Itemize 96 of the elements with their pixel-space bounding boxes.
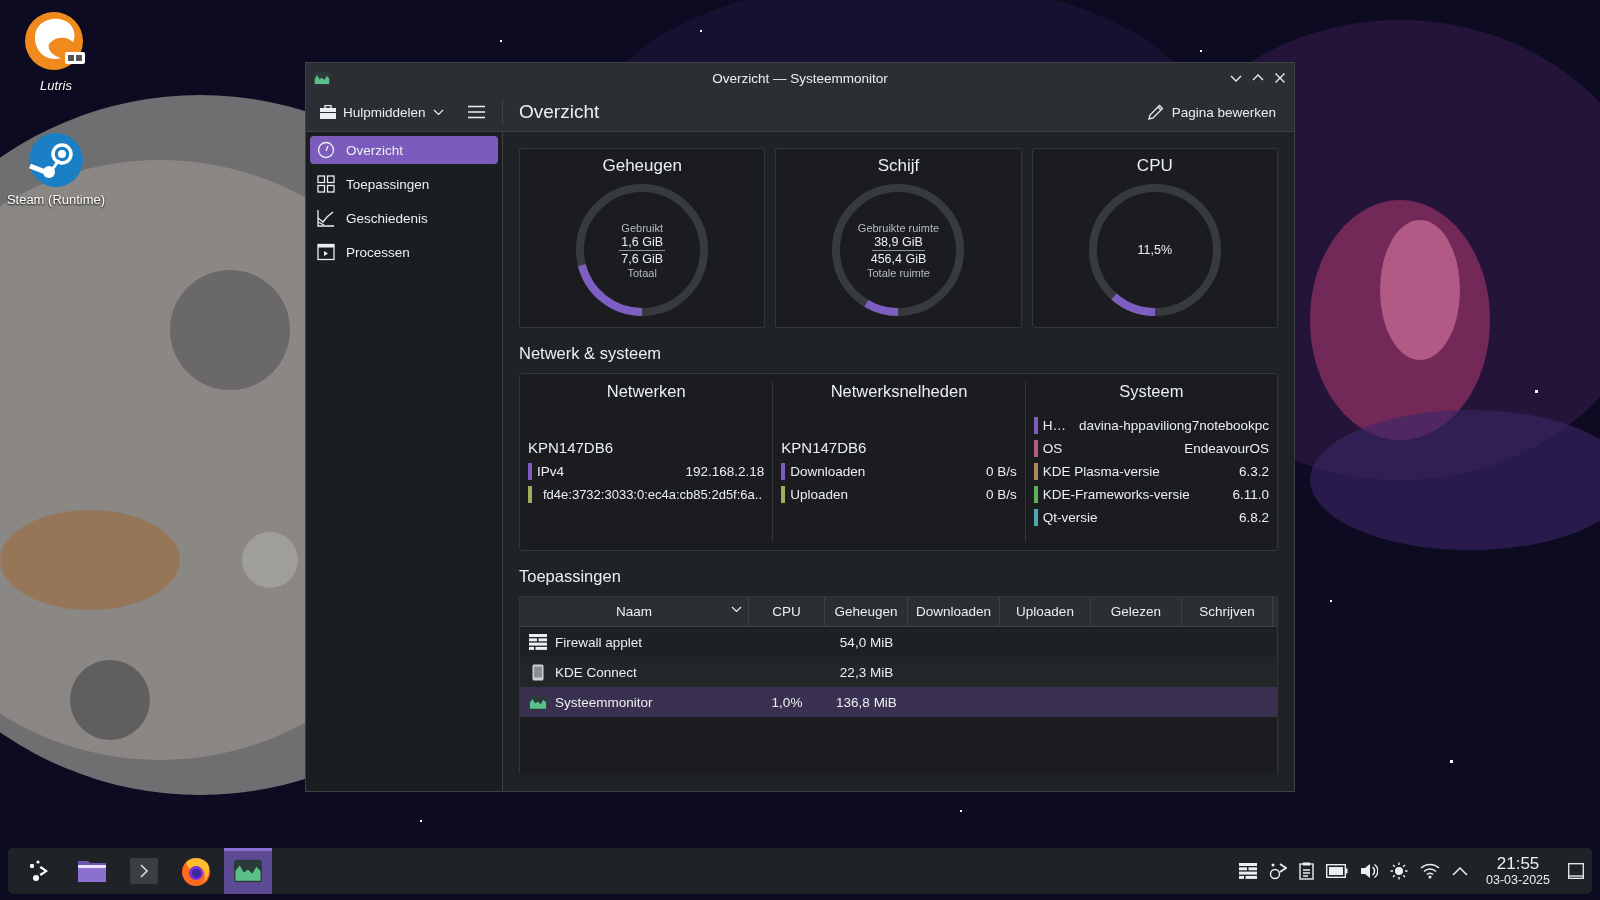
memory-cell: 22,3 MiB <box>839 664 894 680</box>
info-value: EndeavourOS <box>1184 441 1269 456</box>
card-title: Schijf <box>877 156 920 176</box>
chevron-down-icon <box>731 606 742 613</box>
monitor-icon <box>234 859 262 883</box>
pencil-icon <box>1147 104 1164 120</box>
network-name: KPN147DB6 <box>528 439 615 456</box>
column-header[interactable]: Schrijven <box>1182 597 1273 626</box>
column-header[interactable]: Gelezen <box>1091 597 1182 626</box>
info-value: davina-hppaviliong7notebookpc <box>1079 418 1269 433</box>
folder-icon <box>77 859 107 883</box>
gauge-icon <box>317 141 335 159</box>
edit-page-button[interactable]: Pagina bewerken <box>1141 103 1282 121</box>
brick-wall-icon <box>1239 863 1258 879</box>
memory-cell: 136,8 MiB <box>836 694 897 710</box>
gauge-label: Totaal <box>627 266 657 279</box>
show-desktop-icon <box>1568 863 1584 879</box>
app-name: Systeemmonitor <box>555 694 653 710</box>
browser-icon <box>180 855 212 887</box>
gauge-value: 1,6 GiB <box>619 233 665 251</box>
grid-icon <box>317 175 335 193</box>
gauge-total: 456,4 GiB <box>869 250 928 267</box>
globe-arrow-icon <box>1269 862 1288 880</box>
brick-wall-icon <box>529 634 547 650</box>
info-value: 6.8.2 <box>1238 510 1269 525</box>
monitor-icon <box>314 71 330 85</box>
chart-icon <box>317 209 335 227</box>
icon-label: Steam (Runtime) <box>6 192 106 207</box>
gauge-label: Gebruikt <box>621 221 663 234</box>
window-title: Overzicht — Systeemmonitor <box>712 70 888 86</box>
column-title: Netwerken <box>605 382 687 401</box>
phone-icon <box>532 663 544 681</box>
card-title: CPU <box>1136 156 1173 176</box>
sidebar-item[interactable]: Processen <box>310 238 498 266</box>
clipboard-icon <box>1299 862 1315 880</box>
battery-icon <box>1326 864 1349 878</box>
app-name: Firewall applet <box>555 634 643 650</box>
memory-cell: 54,0 MiB <box>839 634 894 650</box>
info-value: 0 B/s <box>985 464 1017 479</box>
page-title: Overzicht <box>519 101 600 123</box>
network-name: KPN147DB6 <box>781 439 868 456</box>
sidebar-item[interactable]: Overzicht <box>310 136 498 164</box>
chevron-up-icon <box>1452 866 1469 876</box>
info-label: Qt-versie <box>1042 510 1098 525</box>
column-header[interactable]: Uploaden <box>1000 597 1091 626</box>
section-title: Toepassingen <box>519 567 622 586</box>
info-label: H… <box>1042 418 1066 433</box>
info-value: 192.168.2.18 <box>685 464 765 479</box>
tools-menu-button[interactable]: Hulpmiddelen <box>316 101 448 123</box>
monitor-icon <box>529 694 547 710</box>
column-header[interactable]: Naam <box>520 597 749 626</box>
menu-icon <box>467 105 485 119</box>
clock-date: 03-03-2025 <box>1486 873 1550 887</box>
column-header[interactable]: Geheugen <box>825 597 908 626</box>
column-title: Systeem <box>1118 382 1185 401</box>
terminal-icon <box>130 858 158 884</box>
info-value: fd4e:3732:3033:0:ec4a:cb85:2d5f:6a.. <box>543 487 763 502</box>
steam-icon[interactable] <box>28 132 84 188</box>
info-label: Uploaden <box>790 487 849 502</box>
gauge-value: 11,5% <box>1136 242 1174 258</box>
info-value: 0 B/s <box>985 487 1017 502</box>
gauge-label: Gebruikte ruimte <box>857 221 940 234</box>
clock[interactable]: 21:55 03-03-2025 <box>1486 855 1550 887</box>
info-label: OS <box>1042 441 1063 456</box>
wifi-icon <box>1420 863 1441 879</box>
column-header[interactable]: Downloaden <box>908 597 1000 626</box>
toolbox-icon <box>320 105 336 119</box>
sidebar-item[interactable]: Geschiedenis <box>310 204 498 232</box>
info-label: KDE-Frameworks-versie <box>1042 487 1190 502</box>
info-label: KDE Plasma-versie <box>1042 464 1160 479</box>
brightness-icon <box>1390 862 1409 880</box>
gauge-label: Totale ruimte <box>867 266 930 279</box>
speaker-icon <box>1360 862 1379 880</box>
sidebar-item[interactable]: Toepassingen <box>310 170 498 198</box>
table-row[interactable]: Systeemmonitor 1,0% 136,8 MiB <box>520 687 1277 717</box>
info-value: 6.3.2 <box>1238 464 1269 479</box>
gauge-total: 7,6 GiB <box>620 250 664 267</box>
show-desktop-button[interactable] <box>1568 863 1584 879</box>
gauge-value: 38,9 GiB <box>872 233 925 251</box>
column-header[interactable]: CPU <box>749 597 825 626</box>
menu-button[interactable] <box>465 103 487 121</box>
table-row[interactable]: Firewall applet 54,0 MiB <box>520 627 1277 657</box>
card-title: Geheugen <box>602 156 682 176</box>
info-label: IPv4 <box>537 464 564 479</box>
column-title: Netwerksnelheden <box>829 382 969 401</box>
chevron-down-icon <box>432 108 444 116</box>
info-value: 6.11.0 <box>1232 487 1269 502</box>
clock-time: 21:55 <box>1496 855 1540 873</box>
table-row[interactable]: KDE Connect 22,3 MiB <box>520 657 1277 687</box>
close-icon[interactable] <box>1274 72 1286 84</box>
app-name: KDE Connect <box>555 664 637 680</box>
icon-label: Lutris <box>40 78 72 93</box>
info-label: Downloaden <box>790 464 866 479</box>
cpu-cell: 1,0% <box>771 694 803 710</box>
section-title: Netwerk & systeem <box>519 344 663 363</box>
process-icon <box>317 243 335 261</box>
